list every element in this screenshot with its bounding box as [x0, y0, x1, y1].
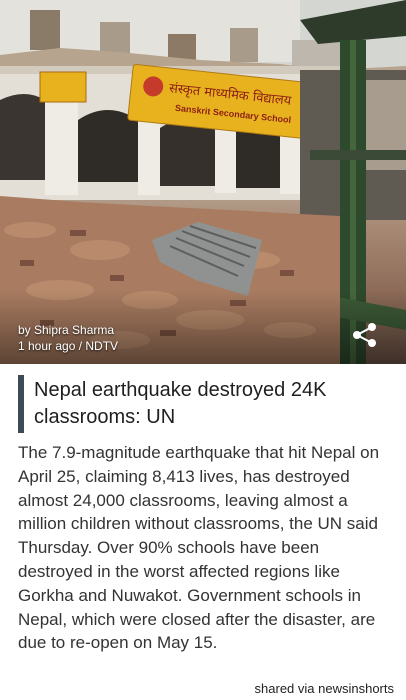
byline-source: 1 hour ago / NDTV [18, 339, 119, 353]
article-headline: Nepal earthquake destroyed 24K classroom… [34, 379, 327, 428]
article-byline: by Shipra Sharma 1 hour ago / NDTV [18, 322, 118, 354]
shared-via-label: shared via newsinshorts [254, 681, 394, 696]
hero-image: संस्कृत माध्यमिक विद्यालय Sanskrit Second… [0, 0, 406, 364]
article-body: The 7.9-magnitude earthquake that hit Ne… [18, 443, 380, 653]
headline-block: Nepal earthquake destroyed 24K classroom… [18, 375, 388, 433]
earthquake-rubble-photo: संस्कृत माध्यमिक विद्यालयSanskrit Second… [0, 0, 406, 364]
headline-accent-bar [18, 375, 24, 433]
byline-author: by Shipra Sharma [18, 323, 115, 337]
share-button[interactable] [352, 322, 386, 356]
share-icon [353, 323, 376, 347]
